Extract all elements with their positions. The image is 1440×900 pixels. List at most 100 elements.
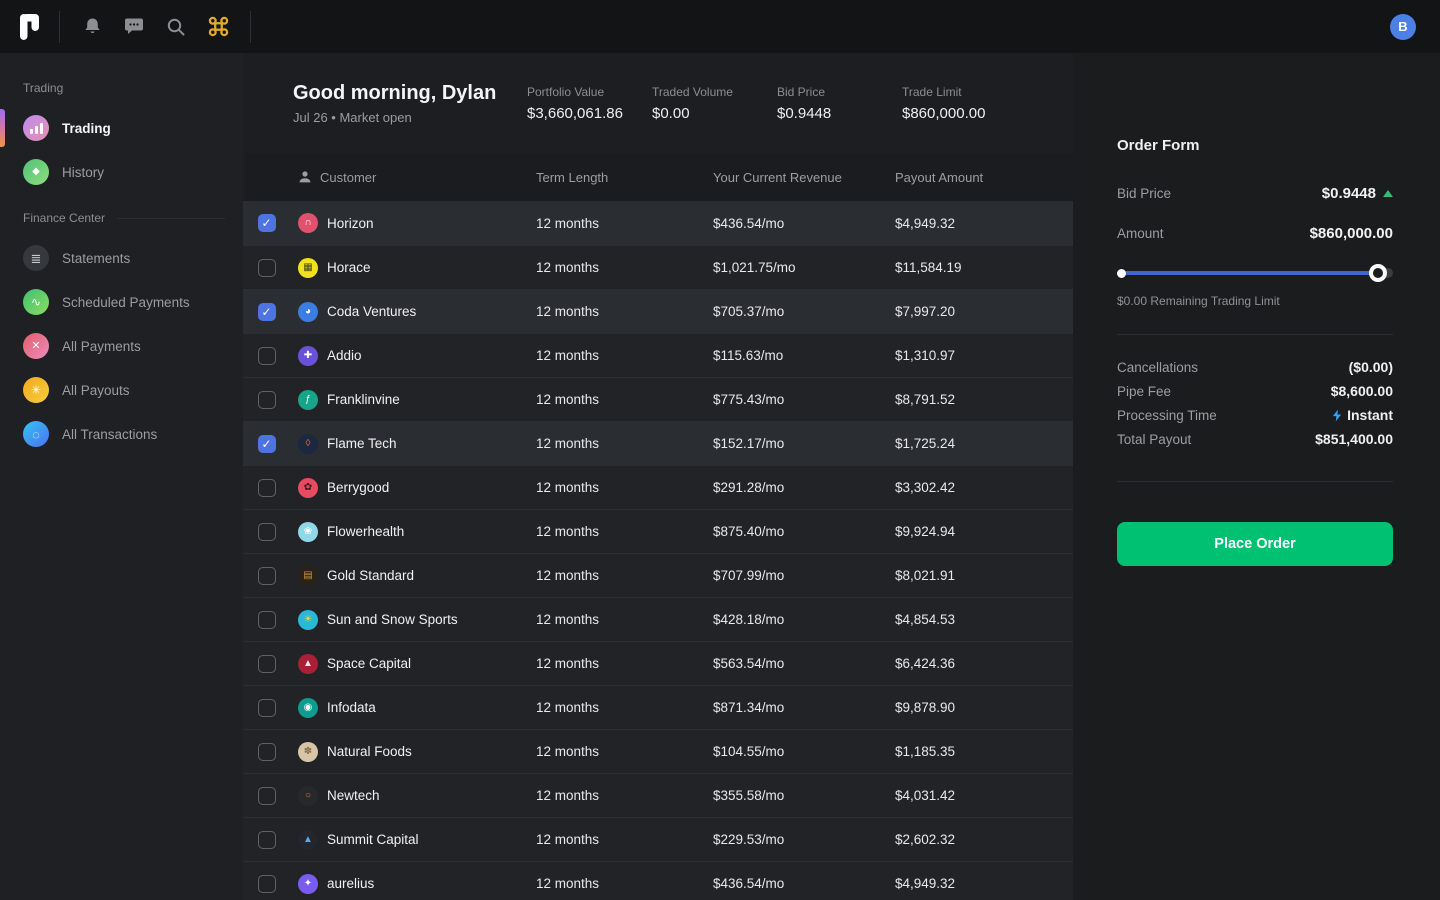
row-checkbox[interactable]: ✓	[258, 347, 276, 365]
bid-price-value: $0.9448	[1322, 185, 1393, 202]
customer-avatar: ƒ	[298, 390, 318, 410]
order-form-title: Order Form	[1117, 53, 1393, 154]
current-revenue-cell: $428.18/mo	[713, 612, 895, 627]
payout-amount-cell: $8,791.52	[895, 392, 1073, 407]
customer-name: Summit Capital	[327, 832, 419, 847]
table-row[interactable]: ✓ ◕ Coda Ventures 12 months $705.37/mo $…	[243, 289, 1073, 333]
table-row[interactable]: ✓ ∩ Horizon 12 months $436.54/mo $4,949.…	[243, 201, 1073, 245]
slider-track-filled[interactable]	[1117, 271, 1378, 275]
page-greeting: Good morning, Dylan	[293, 82, 527, 105]
row-checkbox[interactable]: ✓	[258, 391, 276, 409]
table-row[interactable]: ✓ ▲ Summit Capital 12 months $229.53/mo …	[243, 817, 1073, 861]
stat-value: $3,660,061.86	[527, 105, 652, 122]
table-row[interactable]: ✓ ƒ Franklinvine 12 months $775.43/mo $8…	[243, 377, 1073, 421]
term-length-cell: 12 months	[536, 216, 713, 231]
column-header-payout: Payout Amount	[895, 170, 1073, 185]
sidebar-item-all-transactions[interactable]: ◌ All Transactions	[0, 412, 243, 456]
active-indicator	[0, 109, 5, 147]
customer-name: Flame Tech	[327, 436, 397, 451]
term-length-cell: 12 months	[536, 700, 713, 715]
summary-value: ($0.00)	[1349, 359, 1393, 375]
current-revenue-cell: $355.58/mo	[713, 788, 895, 803]
row-checkbox[interactable]: ✓	[258, 567, 276, 585]
table-row[interactable]: ✓ ▤ Gold Standard 12 months $707.99/mo $…	[243, 553, 1073, 597]
sidebar-section-label: Trading	[23, 81, 63, 95]
row-checkbox[interactable]: ✓	[258, 743, 276, 761]
customer-avatar: ◊	[298, 434, 318, 454]
current-revenue-cell: $291.28/mo	[713, 480, 895, 495]
table-row[interactable]: ✓ ○ Newtech 12 months $355.58/mo $4,031.…	[243, 773, 1073, 817]
customer-avatar: ▲	[298, 654, 318, 674]
table-row[interactable]: ✓ ✦ aurelius 12 months $436.54/mo $4,949…	[243, 861, 1073, 900]
customer-name: Berrygood	[327, 480, 389, 495]
table-row[interactable]: ✓ ☀ Sun and Snow Sports 12 months $428.1…	[243, 597, 1073, 641]
customer-avatar: ∩	[298, 213, 318, 233]
sidebar-item-statements[interactable]: ≣ Statements	[0, 236, 243, 280]
row-checkbox[interactable]: ✓	[258, 523, 276, 541]
row-checkbox[interactable]: ✓	[258, 611, 276, 629]
place-order-button[interactable]: Place Order	[1117, 522, 1393, 566]
amount-slider[interactable]	[1117, 264, 1393, 282]
notifications-bell-icon[interactable]	[81, 16, 103, 38]
row-checkbox[interactable]: ✓	[258, 479, 276, 497]
table-row[interactable]: ✓ ▦ Horace 12 months $1,021.75/mo $11,58…	[243, 245, 1073, 289]
term-length-cell: 12 months	[536, 524, 713, 539]
pipe-logo[interactable]	[0, 14, 59, 40]
scheduled-path-icon: ∿	[23, 289, 49, 315]
main-content: Good morning, Dylan Jul 26 • Market open…	[243, 53, 1073, 900]
row-checkbox[interactable]: ✓	[258, 259, 276, 277]
customer-name: Horace	[327, 260, 371, 275]
sidebar-item-label: All Transactions	[62, 427, 157, 442]
customer-avatar: ✦	[298, 874, 318, 894]
transactions-ring-icon: ◌	[23, 421, 49, 447]
command-palette-icon[interactable]	[207, 16, 229, 38]
summary-label: Processing Time	[1117, 408, 1217, 423]
table-row[interactable]: ✓ ◊ Flame Tech 12 months $152.17/mo $1,7…	[243, 421, 1073, 465]
amount-value: $860,000.00	[1310, 225, 1393, 242]
sidebar-item-trading[interactable]: Trading	[0, 106, 243, 150]
slider-thumb[interactable]	[1369, 264, 1387, 282]
table-row[interactable]: ✓ ▲ Space Capital 12 months $563.54/mo $…	[243, 641, 1073, 685]
customer-name: Horizon	[327, 216, 374, 231]
customer-table: ✓ ∩ Horizon 12 months $436.54/mo $4,949.…	[243, 201, 1073, 900]
summary-value: $851,400.00	[1315, 431, 1393, 447]
pipe-logo-icon	[19, 14, 41, 40]
topbar-divider	[59, 11, 60, 43]
search-icon[interactable]	[165, 16, 187, 38]
sidebar-item-history[interactable]: ◆ History	[0, 150, 243, 194]
row-checkbox[interactable]: ✓	[258, 655, 276, 673]
table-row[interactable]: ✓ ✽ Natural Foods 12 months $104.55/mo $…	[243, 729, 1073, 773]
header-stat: Traded Volume $0.00	[652, 85, 777, 122]
table-row[interactable]: ✓ ✿ Berrygood 12 months $291.28/mo $3,30…	[243, 465, 1073, 509]
row-checkbox[interactable]: ✓	[258, 435, 276, 453]
user-avatar[interactable]: B	[1390, 14, 1416, 40]
current-revenue-cell: $707.99/mo	[713, 568, 895, 583]
row-checkbox[interactable]: ✓	[258, 303, 276, 321]
payout-amount-cell: $9,878.90	[895, 700, 1073, 715]
payout-amount-cell: $6,424.36	[895, 656, 1073, 671]
current-revenue-cell: $1,021.75/mo	[713, 260, 895, 275]
current-revenue-cell: $115.63/mo	[713, 348, 895, 363]
row-checkbox[interactable]: ✓	[258, 699, 276, 717]
table-row[interactable]: ✓ ◉ Infodata 12 months $871.34/mo $9,878…	[243, 685, 1073, 729]
term-length-cell: 12 months	[536, 832, 713, 847]
table-row[interactable]: ✓ ❀ Flowerhealth 12 months $875.40/mo $9…	[243, 509, 1073, 553]
customer-name: Natural Foods	[327, 744, 412, 759]
sidebar-item-scheduled-payments[interactable]: ∿ Scheduled Payments	[0, 280, 243, 324]
sidebar-item-label: All Payouts	[62, 383, 130, 398]
messages-chat-icon[interactable]	[123, 16, 145, 38]
customer-avatar: ▦	[298, 258, 318, 278]
row-checkbox[interactable]: ✓	[258, 787, 276, 805]
term-length-cell: 12 months	[536, 612, 713, 627]
customer-avatar: ✽	[298, 742, 318, 762]
row-checkbox[interactable]: ✓	[258, 831, 276, 849]
table-row[interactable]: ✓ ✚ Addio 12 months $115.63/mo $1,310.97	[243, 333, 1073, 377]
row-checkbox[interactable]: ✓	[258, 214, 276, 232]
summary-label: Total Payout	[1117, 432, 1191, 447]
customer-avatar: ☀	[298, 610, 318, 630]
row-checkbox[interactable]: ✓	[258, 875, 276, 893]
current-revenue-cell: $871.34/mo	[713, 700, 895, 715]
sidebar-item-all-payouts[interactable]: ✳ All Payouts	[0, 368, 243, 412]
sidebar-item-all-payments[interactable]: ✕ All Payments	[0, 324, 243, 368]
customer-avatar: ❀	[298, 522, 318, 542]
